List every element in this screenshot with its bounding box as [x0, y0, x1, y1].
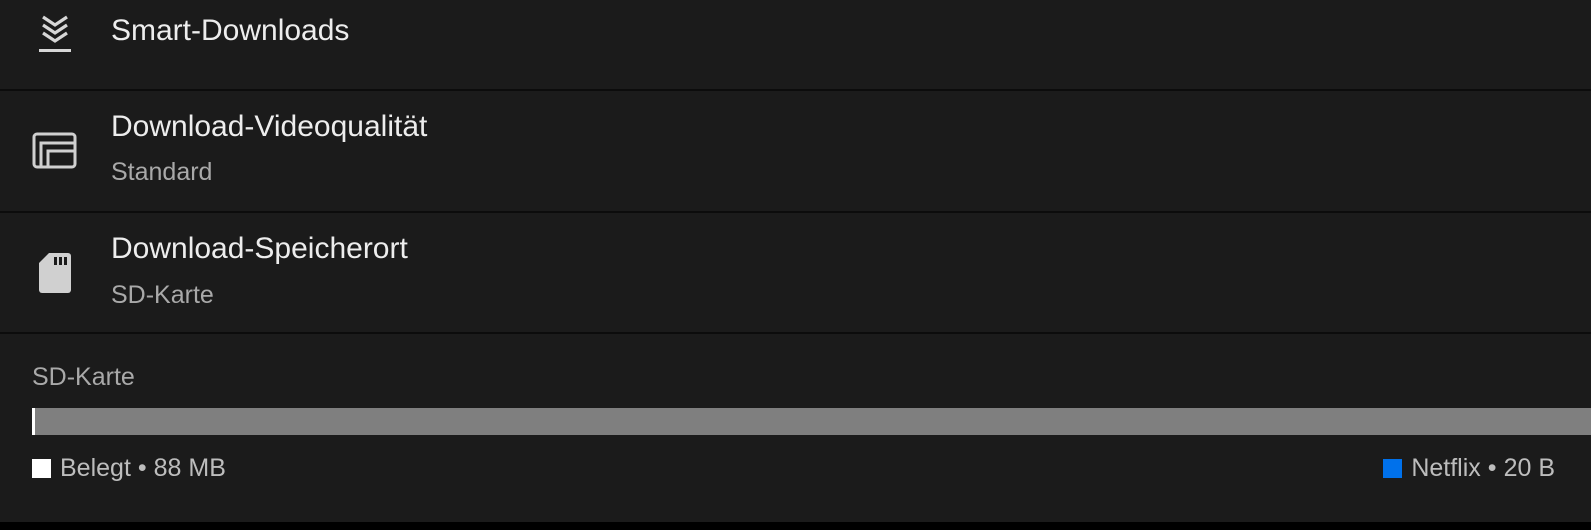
sd-card-icon [38, 252, 72, 299]
storage-label: SD-Karte [32, 363, 135, 391]
storage-location-value: SD-Karte [111, 281, 214, 309]
legend-used-label: Belegt [60, 454, 131, 482]
legend-app-amount: 20 B [1503, 454, 1555, 482]
download-settings-screen: Smart-Downloads Download-Videoqualität S… [0, 0, 1591, 522]
legend-app-swatch [1383, 459, 1403, 478]
storage-usage-bar [32, 408, 1591, 435]
legend-app-label: Netflix [1411, 454, 1481, 482]
video-quality-icon [32, 132, 78, 175]
storage-used-segment [32, 408, 35, 435]
legend-app: Netflix • 20 B [1383, 454, 1555, 483]
video-quality-row[interactable]: Download-Videoqualität Standard [0, 91, 1591, 211]
legend-used-amount: 88 MB [153, 454, 226, 482]
video-quality-value: Standard [111, 158, 213, 186]
storage-location-title: Download-Speicherort [111, 232, 408, 265]
video-quality-title: Download-Videoqualität [111, 110, 428, 143]
smart-downloads-row[interactable]: Smart-Downloads [0, 0, 1591, 89]
legend-separator: • [137, 454, 147, 482]
storage-location-row[interactable]: Download-Speicherort SD-Karte [0, 213, 1591, 332]
legend-used: Belegt • 88 MB [32, 454, 226, 483]
smart-downloads-title: Smart-Downloads [111, 14, 350, 47]
storage-section: SD-Karte Belegt • 88 MB Netflix • 20 B [0, 334, 1591, 522]
smart-downloads-icon [32, 15, 78, 60]
legend-used-swatch [32, 459, 51, 478]
legend-separator: • [1487, 454, 1497, 482]
